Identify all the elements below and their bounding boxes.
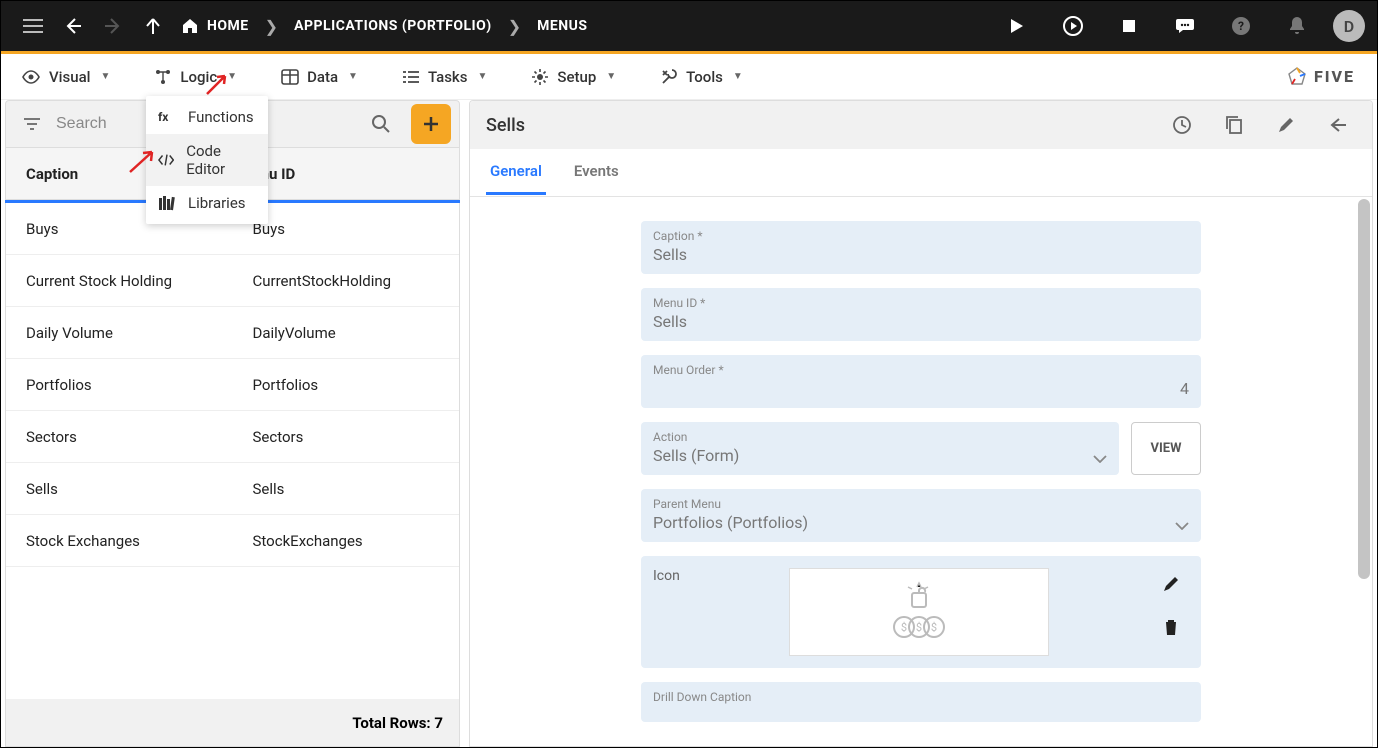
up-arrow-icon[interactable] <box>133 6 173 46</box>
table-row[interactable]: Stock ExchangesStockExchanges <box>6 515 459 567</box>
menu-tools[interactable]: Tools▼ <box>650 62 753 92</box>
menu-tasks[interactable]: Tasks▼ <box>392 62 497 92</box>
copy-icon[interactable] <box>1216 107 1252 143</box>
chevron-right-icon: ❯ <box>500 17 529 36</box>
svg-text:$: $ <box>931 621 937 634</box>
hamburger-icon[interactable] <box>13 6 53 46</box>
form-area: Caption * Sells Menu ID * Sells Menu Ord… <box>470 197 1372 746</box>
tab-events[interactable]: Events <box>570 150 623 195</box>
svg-text:fx: fx <box>158 110 169 124</box>
brand-logo: FIVE <box>1286 66 1367 88</box>
breadcrumb-home-label: HOME <box>207 18 249 34</box>
field-menu-id[interactable]: Menu ID * Sells <box>641 288 1201 341</box>
trash-icon[interactable] <box>1163 618 1179 636</box>
tabs: General Events <box>470 149 1372 197</box>
chevron-right-icon: ❯ <box>257 17 286 36</box>
breadcrumb-home[interactable]: HOME <box>173 18 257 34</box>
menu-data[interactable]: Data▼ <box>271 62 368 92</box>
svg-text:$: $ <box>901 621 907 634</box>
forward-icon <box>93 6 133 46</box>
detail-header: Sells <box>470 101 1372 149</box>
annotation-arrow-icon <box>128 148 156 174</box>
field-menu-order[interactable]: Menu Order * 4 <box>641 355 1201 408</box>
history-icon[interactable] <box>1164 107 1200 143</box>
menu-visual[interactable]: Visual▼ <box>11 62 120 92</box>
field-icon: Icon $ $ $ <box>641 556 1201 668</box>
play-icon[interactable] <box>997 6 1037 46</box>
annotation-arrow-icon <box>205 72 229 96</box>
back-icon[interactable] <box>53 6 93 46</box>
table-footer: Total Rows: 7 <box>5 699 460 747</box>
dropdown-item-functions[interactable]: fx Functions <box>146 100 268 134</box>
avatar[interactable]: D <box>1333 10 1365 42</box>
table-row[interactable]: Current Stock HoldingCurrentStockHolding <box>6 255 459 307</box>
field-drill-down-caption[interactable]: Drill Down Caption <box>641 682 1201 722</box>
search-icon[interactable] <box>363 106 399 142</box>
bell-icon[interactable] <box>1277 6 1317 46</box>
field-action[interactable]: Action Sells (Form) <box>641 422 1119 475</box>
table-row[interactable]: SellsSells <box>6 463 459 515</box>
chevron-down-icon <box>1093 455 1107 463</box>
table-row[interactable]: SectorsSectors <box>6 411 459 463</box>
stop-icon[interactable] <box>1109 6 1149 46</box>
scrollbar[interactable] <box>1358 199 1370 579</box>
logic-dropdown: fx Functions Code Editor Libraries <box>146 96 268 224</box>
top-bar: HOME ❯ APPLICATIONS (PORTFOLIO) ❯ MENUS … <box>1 1 1377 51</box>
field-parent-menu[interactable]: Parent Menu Portfolios (Portfolios) <box>641 489 1201 542</box>
add-button[interactable] <box>411 104 451 144</box>
field-caption[interactable]: Caption * Sells <box>641 221 1201 274</box>
tab-general[interactable]: General <box>486 150 546 195</box>
table-body: BuysBuys Current Stock HoldingCurrentSto… <box>5 203 460 699</box>
table-row[interactable]: PortfoliosPortfolios <box>6 359 459 411</box>
dropdown-item-libraries[interactable]: Libraries <box>146 186 268 220</box>
page-title: Sells <box>486 115 525 136</box>
right-pane: Sells General Events <box>469 100 1373 747</box>
menu-setup[interactable]: Setup▼ <box>521 62 626 92</box>
filter-icon[interactable] <box>14 106 50 142</box>
breadcrumb-menus[interactable]: MENUS <box>529 18 595 34</box>
svg-text:?: ? <box>1238 19 1244 33</box>
run-circle-icon[interactable] <box>1053 6 1093 46</box>
back-arrow-icon[interactable] <box>1320 107 1356 143</box>
breadcrumb-applications[interactable]: APPLICATIONS (PORTFOLIO) <box>286 18 500 34</box>
icon-preview: $ $ $ <box>789 568 1049 656</box>
edit-icon[interactable] <box>1268 107 1304 143</box>
dropdown-item-code-editor[interactable]: Code Editor <box>146 134 268 186</box>
chat-icon[interactable] <box>1165 6 1205 46</box>
menu-logic[interactable]: Logic▼ <box>144 62 247 92</box>
edit-icon[interactable] <box>1161 574 1181 594</box>
table-row[interactable]: Daily VolumeDailyVolume <box>6 307 459 359</box>
view-button[interactable]: VIEW <box>1131 422 1201 475</box>
svg-text:$: $ <box>916 621 922 634</box>
chevron-down-icon <box>1175 522 1189 530</box>
help-icon[interactable]: ? <box>1221 6 1261 46</box>
